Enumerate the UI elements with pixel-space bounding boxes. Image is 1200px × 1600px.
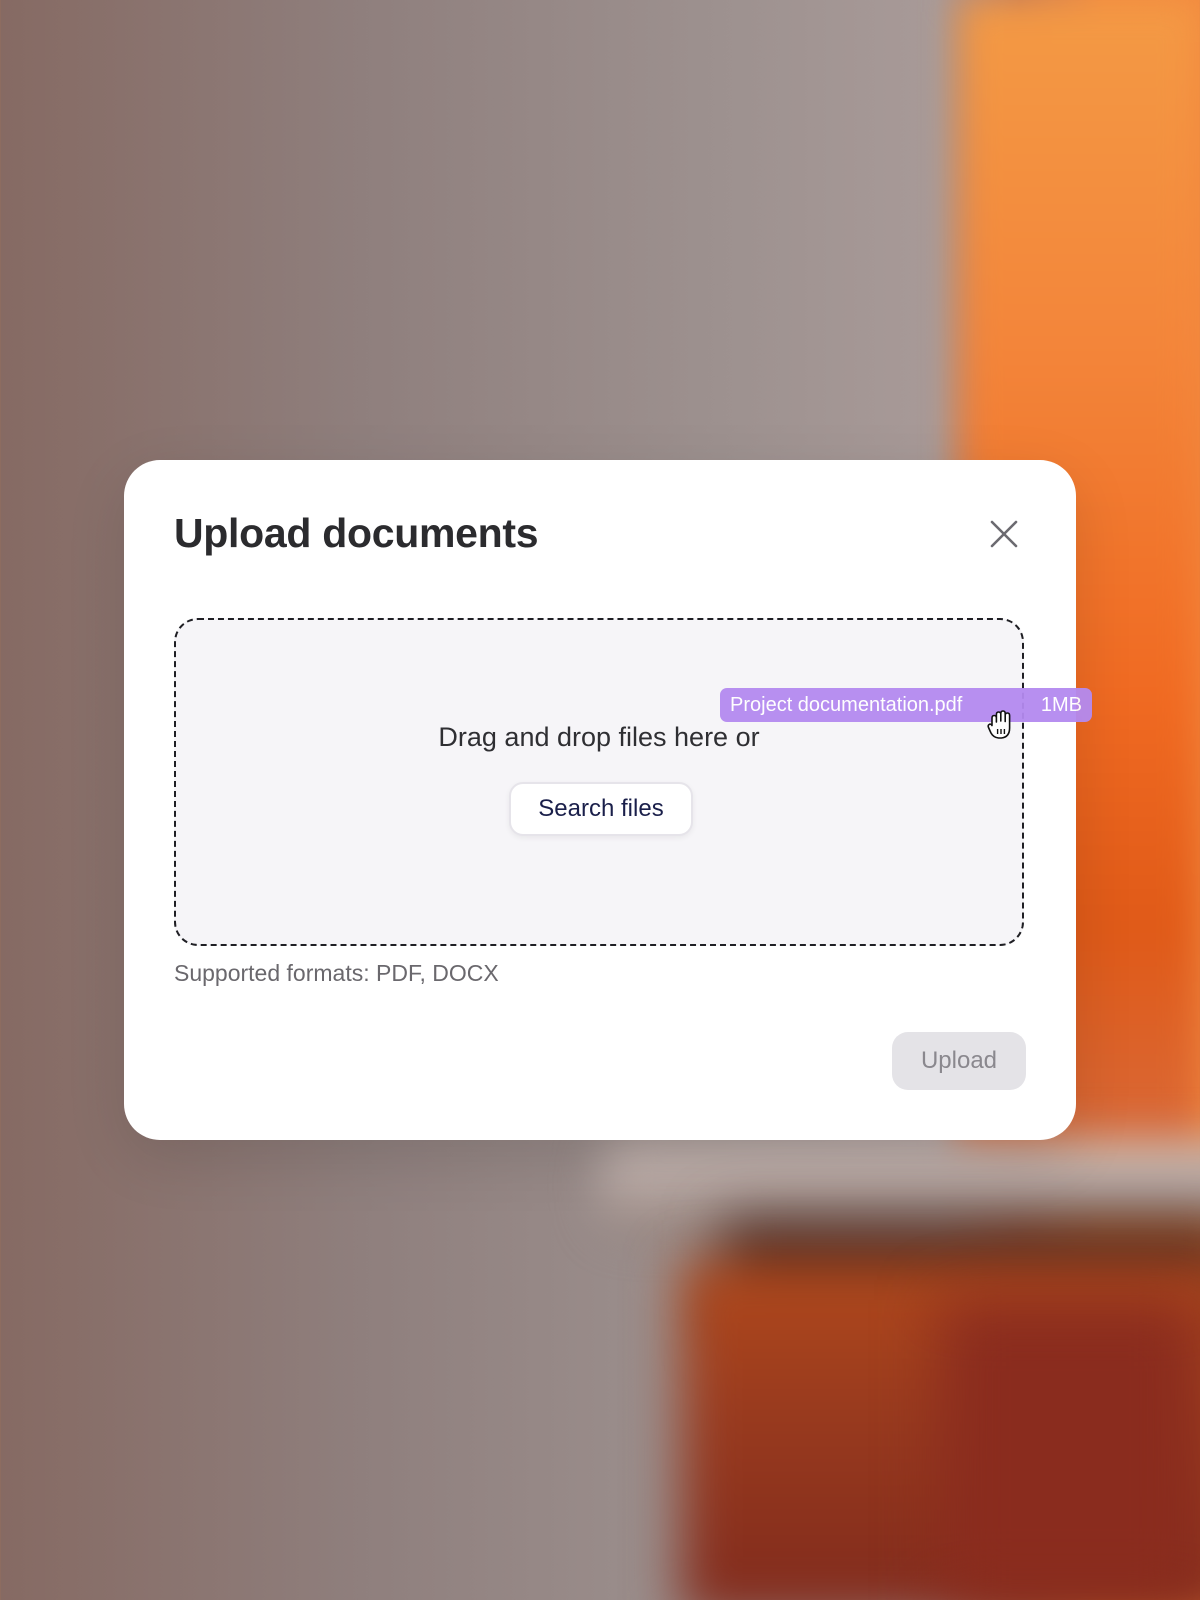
dialog-title: Upload documents — [174, 510, 539, 556]
file-dropzone[interactable]: Drag and drop files here or Search files — [174, 618, 1024, 946]
dropzone-instruction: Drag and drop files here or — [438, 722, 760, 752]
close-icon — [990, 520, 1018, 548]
close-button[interactable] — [984, 514, 1024, 554]
upload-dialog: Upload documents Drag and drop files her… — [124, 460, 1076, 1140]
upload-button[interactable]: Upload — [892, 1032, 1026, 1090]
dragged-file-name: Project documentation.pdf — [730, 693, 963, 716]
dragged-file-size: 1MB — [1040, 693, 1082, 716]
supported-formats-note: Supported formats: PDF, DOCX — [174, 960, 499, 986]
search-files-button[interactable]: Search files — [509, 782, 693, 836]
grab-hand-cursor-icon — [987, 710, 1011, 739]
dragged-file-chip[interactable]: Project documentation.pdf 1MB — [720, 688, 1092, 722]
